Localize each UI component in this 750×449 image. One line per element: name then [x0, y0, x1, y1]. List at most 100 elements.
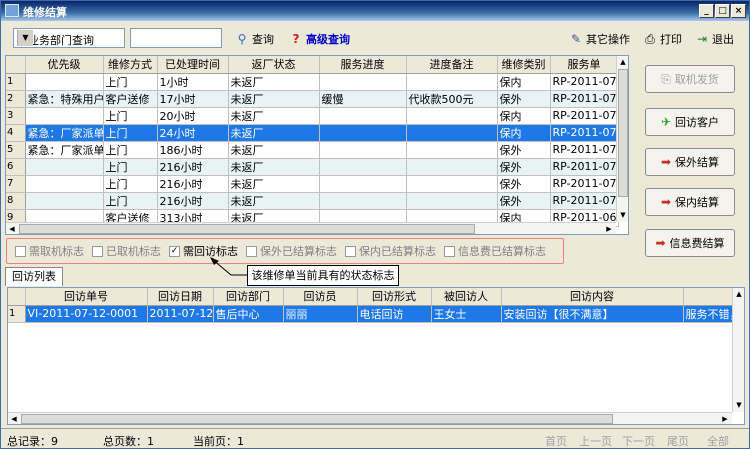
- checkbox-empty-icon[interactable]: [444, 245, 455, 257]
- advanced-query-button[interactable]: ? 高级查询: [289, 31, 350, 47]
- column-header[interactable]: 优先级: [25, 56, 104, 74]
- table-cell[interactable]: 上门: [103, 73, 158, 91]
- table-cell[interactable]: [25, 192, 104, 210]
- column-header[interactable]: 已处理时间: [157, 56, 229, 74]
- table-cell[interactable]: RP-2011-07-: [550, 192, 619, 210]
- row-number[interactable]: 1: [6, 73, 26, 91]
- column-header[interactable]: 被回访人: [431, 288, 502, 306]
- side-button[interactable]: ✈ 回访客户: [645, 108, 735, 136]
- scroll-down-icon[interactable]: ▼: [617, 209, 628, 221]
- tab-visit-list[interactable]: 回访列表: [5, 267, 63, 286]
- table-cell[interactable]: 紧急：厂家派单: [25, 141, 104, 159]
- column-header[interactable]: 维修方式: [103, 56, 158, 74]
- table-row[interactable]: 2 紧急：特殊用户 客户送修 17小时 未返厂 缓慢 代收款500元 保外 RP-2011-07…: [6, 90, 619, 108]
- checkbox-empty-icon[interactable]: [15, 245, 26, 257]
- table-cell[interactable]: 丽丽: [283, 305, 358, 323]
- table-cell[interactable]: [319, 158, 407, 176]
- table-cell[interactable]: [25, 175, 104, 193]
- table-cell[interactable]: 客户送修: [103, 90, 158, 108]
- table-cell[interactable]: 216小时: [157, 192, 229, 210]
- table-cell[interactable]: 未返厂: [228, 192, 320, 210]
- table-cell[interactable]: [319, 107, 407, 125]
- column-header[interactable]: 回访部门: [213, 288, 284, 306]
- table-row[interactable]: 7 上门 216小时 未返厂 保外 RP-2011-07-: [6, 175, 619, 193]
- row-number[interactable]: 4: [6, 124, 26, 142]
- scroll-thumb[interactable]: [19, 224, 475, 234]
- column-header[interactable]: 维修类别: [497, 56, 551, 74]
- close-button[interactable]: ×: [731, 4, 746, 18]
- table-cell[interactable]: [406, 192, 498, 210]
- table-cell[interactable]: 未返厂: [228, 73, 320, 91]
- status-flag-checkbox[interactable]: 信息费已结算标志: [444, 243, 546, 259]
- show-all-link[interactable]: 全部: [707, 433, 729, 449]
- table-cell[interactable]: [319, 175, 407, 193]
- table-cell[interactable]: 2011-07-12: [147, 305, 214, 323]
- table-cell[interactable]: 保外: [497, 158, 551, 176]
- table-row[interactable]: 5 紧急：厂家派单 上门 186小时 未返厂 保外 RP-2011-07-: [6, 141, 619, 159]
- row-number[interactable]: 8: [6, 192, 26, 210]
- visit-grid-vscrollbar[interactable]: ▲ ▼: [732, 288, 744, 412]
- table-cell[interactable]: [319, 192, 407, 210]
- table-cell[interactable]: 17小时: [157, 90, 229, 108]
- minimize-button[interactable]: _: [699, 4, 714, 18]
- table-cell[interactable]: RP-2011-07-: [550, 175, 619, 193]
- scroll-thumb[interactable]: [618, 69, 628, 197]
- prev-page-link[interactable]: 上一页: [579, 433, 612, 449]
- table-cell[interactable]: RP-2011-07-: [550, 158, 619, 176]
- table-cell[interactable]: 保外: [497, 90, 551, 108]
- search-input[interactable]: [130, 28, 222, 48]
- table-cell[interactable]: 上门: [103, 175, 158, 193]
- table-cell[interactable]: RP-2011-07-: [550, 141, 619, 159]
- table-cell[interactable]: 电话回访: [357, 305, 432, 323]
- table-cell[interactable]: [406, 141, 498, 159]
- repair-order-grid[interactable]: 优先级 维修方式 已处理时间 返厂状态 服务进度 进度备注 维修类别 服务单 1 上门 1小时 未返…: [5, 55, 629, 235]
- table-row[interactable]: 3 上门 20小时 未返厂 保内 RP-2011-07-: [6, 107, 619, 125]
- table-row[interactable]: 4 紧急：厂家派单 上门 24小时 未返厂 保内 RP-2011-07-: [6, 124, 619, 142]
- table-cell[interactable]: VI-2011-07-12-0001: [25, 305, 148, 323]
- row-number[interactable]: 3: [6, 107, 26, 125]
- first-page-link[interactable]: 首页: [545, 433, 567, 449]
- table-row[interactable]: 1 上门 1小时 未返厂 保内 RP-2011-07-: [6, 73, 619, 91]
- row-number[interactable]: 7: [6, 175, 26, 193]
- table-cell[interactable]: 保内: [497, 107, 551, 125]
- scroll-right-icon[interactable]: ▶: [603, 223, 615, 234]
- scroll-down-icon[interactable]: ▼: [733, 399, 744, 411]
- table-cell[interactable]: 安装回访【很不满意】: [501, 305, 684, 323]
- table-cell[interactable]: 保外: [497, 141, 551, 159]
- table-cell[interactable]: RP-2011-07-: [550, 90, 619, 108]
- chevron-down-icon[interactable]: ▼: [17, 30, 33, 46]
- side-button[interactable]: ⎘ 取机发货: [645, 65, 735, 93]
- checkbox-empty-icon[interactable]: [246, 245, 257, 257]
- table-cell[interactable]: [25, 107, 104, 125]
- row-number[interactable]: 5: [6, 141, 26, 159]
- table-cell[interactable]: 216小时: [157, 158, 229, 176]
- table-cell[interactable]: 上门: [103, 158, 158, 176]
- scroll-left-icon[interactable]: ◀: [6, 223, 18, 234]
- scroll-right-icon[interactable]: ▶: [719, 413, 731, 424]
- table-cell[interactable]: [319, 73, 407, 91]
- last-page-link[interactable]: 尾页: [667, 433, 689, 449]
- next-page-link[interactable]: 下一页: [622, 433, 655, 449]
- status-flag-checkbox[interactable]: 保内已结算标志: [345, 243, 436, 259]
- table-cell[interactable]: 保内: [497, 73, 551, 91]
- table-cell[interactable]: [406, 175, 498, 193]
- column-header[interactable]: 返厂状态: [228, 56, 320, 74]
- table-cell[interactable]: 未返厂: [228, 141, 320, 159]
- column-header[interactable]: 服务单: [550, 56, 619, 74]
- table-cell[interactable]: 未返厂: [228, 124, 320, 142]
- table-cell[interactable]: 紧急：特殊用户: [25, 90, 104, 108]
- table-cell[interactable]: RP-2011-07-: [550, 73, 619, 91]
- table-cell[interactable]: 未返厂: [228, 175, 320, 193]
- checkmark-icon[interactable]: ✓: [169, 245, 180, 257]
- table-cell[interactable]: 缓慢: [319, 90, 407, 108]
- visit-grid-hscrollbar[interactable]: ◀ ▶: [8, 412, 732, 424]
- exit-button[interactable]: ⇥ 退出: [695, 31, 734, 47]
- table-cell[interactable]: 紧急：厂家派单: [25, 124, 104, 142]
- side-button[interactable]: ➡ 保内结算: [645, 188, 735, 216]
- table-cell[interactable]: 未返厂: [228, 107, 320, 125]
- print-button[interactable]: ⎙ 打印: [643, 31, 682, 47]
- repair-grid-vscrollbar[interactable]: ▲ ▼: [616, 56, 628, 222]
- table-cell[interactable]: [406, 107, 498, 125]
- table-row[interactable]: 8 上门 216小时 未返厂 保外 RP-2011-07-: [6, 192, 619, 210]
- table-cell[interactable]: 代收款500元: [406, 90, 498, 108]
